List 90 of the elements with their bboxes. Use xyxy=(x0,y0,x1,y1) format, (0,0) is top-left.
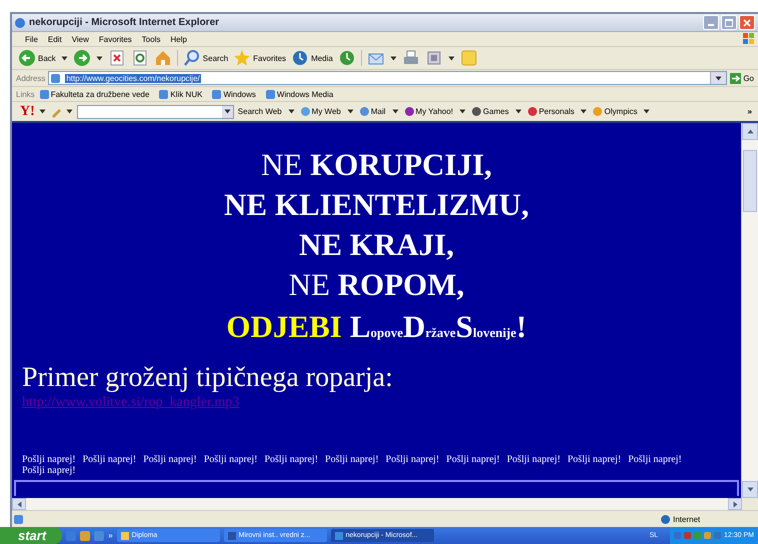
dropdown-arrow-icon[interactable] xyxy=(459,109,466,114)
window-title: nekorupciji - Microsoft Internet Explorer xyxy=(29,17,220,28)
windows-logo-icon xyxy=(742,32,756,46)
dropdown-arrow-icon[interactable] xyxy=(60,56,68,60)
close-button[interactable] xyxy=(739,15,755,30)
circle-icon xyxy=(404,107,414,116)
links-label: Links xyxy=(16,90,35,98)
more-button[interactable]: » xyxy=(108,531,113,540)
clock-icon xyxy=(338,49,356,67)
menu-item[interactable]: Edit xyxy=(42,34,67,44)
dropdown-arrow-icon[interactable] xyxy=(643,109,650,114)
forward-link[interactable]: Pošlji naprej! xyxy=(82,454,136,465)
page-icon xyxy=(14,514,23,524)
minimize-icon xyxy=(708,24,714,26)
dropdown-arrow-icon[interactable] xyxy=(224,109,231,114)
link-button[interactable]: Windows xyxy=(210,90,256,98)
headline: NE KORUPCIJI, xyxy=(260,146,493,184)
headline: NE KRAJI, xyxy=(298,226,455,264)
slogan: ODJEBI LopoveDržaveSlovenije! xyxy=(225,308,528,346)
forward-link[interactable]: Pošlji naprej! xyxy=(446,454,500,465)
arrow-right-icon xyxy=(730,72,742,84)
dropdown-arrow-icon[interactable] xyxy=(346,109,354,114)
go-button[interactable]: Go xyxy=(730,72,758,84)
toolbar-button[interactable]: Favorites xyxy=(231,48,288,68)
headline: NE KLIENTELIZMU, xyxy=(223,186,530,224)
toolbar-button[interactable]: Search xyxy=(180,48,230,68)
dropdown-arrow-icon[interactable] xyxy=(390,56,397,60)
dropdown-arrow-icon[interactable] xyxy=(288,109,295,114)
star-icon xyxy=(233,49,252,67)
zone-label: Internet xyxy=(673,514,702,524)
toolbar-button[interactable]: My Yahoo! xyxy=(402,107,456,116)
menu-item[interactable]: Favorites xyxy=(94,34,137,44)
more-button[interactable]: » xyxy=(748,107,758,116)
dropdown-arrow-icon[interactable] xyxy=(514,109,522,114)
stop-icon xyxy=(108,49,126,67)
note-icon xyxy=(460,49,478,67)
toolbar-button[interactable]: Games xyxy=(470,107,511,116)
toolbar-button[interactable]: Media xyxy=(289,48,335,68)
dropdown-arrow-icon[interactable] xyxy=(96,56,103,60)
toolbar-button[interactable]: Personals xyxy=(526,107,576,116)
forward-link[interactable]: Pošlji naprej! xyxy=(628,454,682,465)
maximize-button[interactable] xyxy=(721,15,737,30)
printer-icon xyxy=(402,49,420,67)
menu-item[interactable]: View xyxy=(66,34,94,44)
search-icon xyxy=(182,49,201,67)
dropdown-arrow-icon[interactable] xyxy=(580,109,588,114)
window-icon xyxy=(424,49,443,67)
dropdown-arrow-icon[interactable] xyxy=(66,109,73,114)
forward-link[interactable]: Pošlji naprej! xyxy=(22,465,76,476)
forward-link[interactable]: Pošlji naprej! xyxy=(567,454,622,465)
refresh-icon xyxy=(130,49,149,67)
search-field[interactable] xyxy=(76,104,234,118)
address-label: Address xyxy=(16,74,46,82)
toolbar-button[interactable]: Back xyxy=(16,48,58,68)
forward-link[interactable]: Pošlji naprej! xyxy=(386,454,440,465)
headline: NE ROPOM, xyxy=(288,266,466,304)
home-icon xyxy=(154,49,172,67)
dropdown-arrow-icon[interactable] xyxy=(448,56,455,60)
dropdown-arrow-icon[interactable] xyxy=(392,109,399,114)
dropdown-arrow-icon[interactable] xyxy=(38,109,46,114)
forward-link[interactable]: Pošlji naprej! xyxy=(143,454,197,465)
forward-link[interactable]: Pošlji naprej! xyxy=(22,454,76,465)
yahoo-logo[interactable]: Y! xyxy=(20,104,35,120)
vertical-scrollbar[interactable] xyxy=(741,123,758,498)
forward-icon xyxy=(72,49,91,67)
forward-link[interactable]: Pošlji naprej! xyxy=(325,454,379,465)
maximize-icon xyxy=(725,18,733,26)
toolbar-button[interactable]: Olympics xyxy=(591,107,640,116)
address-field[interactable]: http://www.geocities.com/nekorupcije/ xyxy=(48,71,728,85)
menu-item[interactable]: File xyxy=(20,34,43,44)
start-button[interactable]: start xyxy=(0,527,62,544)
page-icon xyxy=(51,74,60,82)
link-button[interactable]: Klik NUK xyxy=(157,90,202,98)
link-button[interactable]: Windows Media xyxy=(264,90,334,98)
horizontal-scrollbar[interactable] xyxy=(12,498,742,510)
toolbar-button[interactable]: My Web xyxy=(298,107,343,116)
forward-link[interactable]: Pošlji naprej! xyxy=(506,454,560,465)
search-web-button[interactable]: Search Web xyxy=(236,107,284,116)
subtitle: Primer groženj tipičnega roparja: xyxy=(22,361,394,395)
dropdown-arrow-icon[interactable] xyxy=(715,76,722,80)
forward-link[interactable]: Pošlji naprej! xyxy=(264,454,318,465)
back-icon xyxy=(18,49,36,67)
minimize-button[interactable] xyxy=(703,15,719,30)
link-button[interactable]: Fakulteta za družbene vede xyxy=(38,90,150,98)
menu-item[interactable]: Tools xyxy=(136,34,166,44)
toolbar-button[interactable]: Mail xyxy=(358,107,388,116)
close-icon xyxy=(743,18,751,26)
forward-link[interactable]: Pošlji naprej! xyxy=(204,454,258,465)
scroll-thumb[interactable] xyxy=(743,150,757,212)
menu-item[interactable]: Help xyxy=(165,34,192,44)
